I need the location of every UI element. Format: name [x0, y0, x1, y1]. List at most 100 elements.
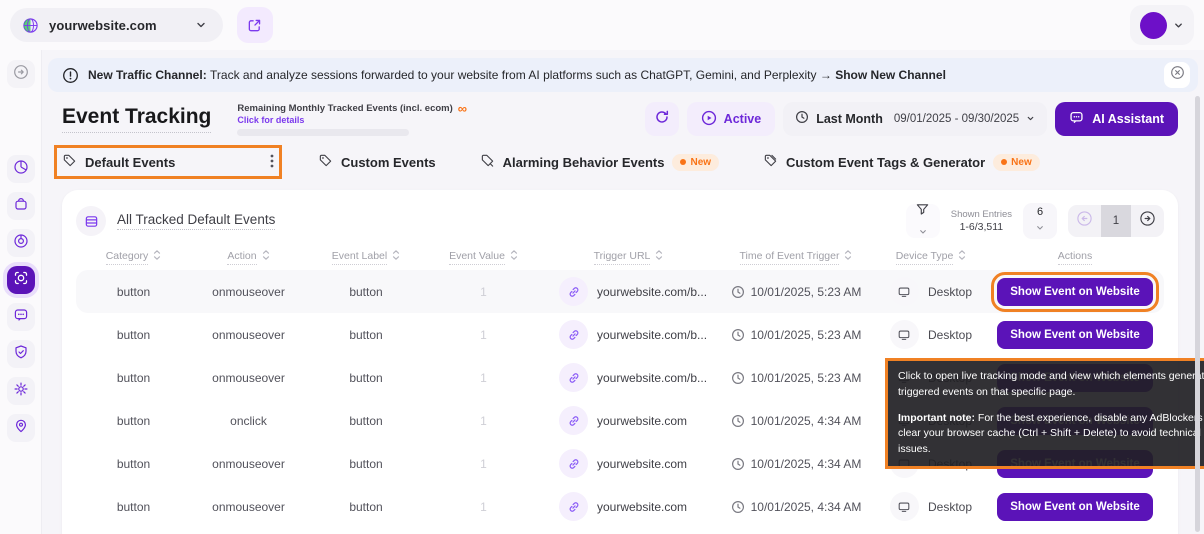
- sidebar-item-location[interactable]: [7, 414, 35, 442]
- cell-event-label: button: [306, 500, 426, 514]
- sidebar: [0, 50, 42, 534]
- col-actions: Actions: [986, 250, 1164, 265]
- show-event-on-website-button[interactable]: Show Event on Website: [997, 493, 1153, 521]
- infinity-value: ∞: [458, 102, 467, 115]
- kebab-menu-icon[interactable]: [270, 154, 274, 171]
- sidebar-item-privacy[interactable]: [7, 340, 35, 368]
- chevron-down-icon: [919, 222, 927, 240]
- shield-check-icon: [13, 344, 29, 365]
- avatar: [1140, 12, 1167, 39]
- col-action[interactable]: Action: [191, 248, 306, 266]
- banner-cta[interactable]: Show New Channel: [835, 68, 946, 82]
- next-page-button[interactable]: [1131, 205, 1164, 237]
- refresh-button[interactable]: [645, 102, 679, 136]
- cell-trigger-url[interactable]: yourwebsite.com/b...: [541, 277, 716, 306]
- cell-action: onmouseover: [191, 500, 306, 514]
- quota-label: Remaining Monthly Tracked Events (incl. …: [237, 103, 452, 114]
- link-icon: [559, 320, 588, 349]
- monitor-icon: [890, 492, 919, 521]
- header-controls: Active Last Month 09/01/2025 - 09/30/202…: [645, 102, 1178, 136]
- quota-block: Remaining Monthly Tracked Events (incl. …: [237, 102, 467, 136]
- page-size-select[interactable]: 6: [1023, 203, 1057, 239]
- cell-category: button: [76, 371, 191, 385]
- sidebar-item-event-tracking[interactable]: [7, 266, 35, 294]
- cell-action: onmouseover: [191, 285, 306, 299]
- pie-chart-icon: [13, 159, 29, 180]
- tags-icon: [763, 153, 778, 171]
- ai-assistant-button[interactable]: AI Assistant: [1055, 102, 1178, 136]
- chevron-down-icon: [1036, 218, 1044, 236]
- current-page[interactable]: 1: [1101, 205, 1131, 237]
- chevron-down-icon: [1173, 20, 1184, 31]
- shown-entries: Shown Entries 1-6/3,511: [951, 209, 1012, 233]
- scrollbar-thumb[interactable]: [1195, 96, 1200, 532]
- tab-custom-event-tags-generator[interactable]: Custom Event Tags & Generator New: [763, 153, 1040, 171]
- tab-custom-events[interactable]: Custom Events: [318, 153, 436, 171]
- show-event-on-website-button[interactable]: Show Event on Website: [997, 278, 1153, 306]
- cell-time-of-trigger: 10/01/2025, 5:23 AM: [716, 328, 876, 342]
- cell-actions: Show Event on Website: [986, 493, 1164, 521]
- sidebar-toggle[interactable]: [7, 60, 35, 88]
- globe-icon: [22, 17, 39, 34]
- orange-dot: [680, 159, 686, 165]
- cell-event-value: 1: [426, 500, 541, 514]
- cell-action: onmouseover: [191, 371, 306, 385]
- chat-icon: [1069, 110, 1084, 128]
- sidebar-item-sessions[interactable]: [7, 229, 35, 257]
- cell-event-value: 1: [426, 285, 541, 299]
- cell-trigger-url[interactable]: yourwebsite.com: [541, 449, 716, 478]
- cell-event-label: button: [306, 457, 426, 471]
- chevron-down-icon: [195, 19, 207, 31]
- banner-close-button[interactable]: [1164, 62, 1190, 88]
- new-badge: New: [993, 154, 1040, 171]
- clock-icon: [731, 414, 745, 428]
- prev-page-button[interactable]: [1068, 205, 1101, 237]
- col-event-value[interactable]: Event Value: [426, 248, 541, 266]
- tab-alarming-behavior-events[interactable]: Alarming Behavior Events New: [480, 153, 719, 171]
- table-icon: [76, 206, 106, 236]
- cell-event-value: 1: [426, 457, 541, 471]
- link-icon: [559, 363, 588, 392]
- date-range-picker[interactable]: Last Month 09/01/2025 - 09/30/2025: [783, 102, 1047, 136]
- table-title: All Tracked Default Events: [117, 212, 275, 230]
- sidebar-item-chat[interactable]: [7, 303, 35, 331]
- table-row: button onmouseover button 1 yourwebsite.…: [76, 313, 1164, 356]
- scan-target-icon: [13, 270, 29, 291]
- col-event-label[interactable]: Event Label: [306, 248, 426, 266]
- sidebar-item-analytics[interactable]: [7, 155, 35, 183]
- clock-icon: [795, 110, 809, 129]
- cell-trigger-url[interactable]: yourwebsite.com/b...: [541, 320, 716, 349]
- quota-details-link[interactable]: Click for details: [237, 115, 467, 125]
- open-site-button[interactable]: [237, 7, 273, 43]
- col-device-type[interactable]: Device Type: [876, 248, 986, 266]
- cell-trigger-url[interactable]: yourwebsite.com: [541, 492, 716, 521]
- show-event-on-website-button[interactable]: Show Event on Website: [997, 321, 1153, 349]
- sidebar-item-orders[interactable]: [7, 192, 35, 220]
- site-selector[interactable]: yourwebsite.com: [10, 8, 223, 42]
- cell-trigger-url[interactable]: yourwebsite.com/b...: [541, 363, 716, 392]
- sidebar-item-settings[interactable]: [7, 377, 35, 405]
- status-label: Active: [724, 112, 762, 126]
- col-time[interactable]: Time of Event Trigger: [716, 248, 876, 266]
- cell-actions: Show Event on Website: [986, 321, 1164, 349]
- period-range: 09/01/2025 - 09/30/2025: [894, 113, 1019, 125]
- sort-icon: [510, 248, 518, 266]
- sort-icon: [958, 248, 966, 266]
- map-pin-icon: [13, 418, 29, 439]
- status-toggle[interactable]: Active: [687, 102, 776, 136]
- tab-default-events[interactable]: Default Events: [62, 153, 274, 171]
- cell-device-type: Desktop: [876, 277, 986, 306]
- arrow-left-circle-icon: [1076, 210, 1093, 232]
- col-category[interactable]: Category: [76, 248, 191, 266]
- cell-trigger-url[interactable]: yourwebsite.com: [541, 406, 716, 435]
- col-trigger-url[interactable]: Trigger URL: [541, 248, 716, 266]
- banner-text: New Traffic Channel: Track and analyze s…: [88, 68, 946, 82]
- monitor-icon: [890, 277, 919, 306]
- cell-event-label: button: [306, 414, 426, 428]
- user-menu[interactable]: [1130, 5, 1194, 45]
- cell-category: button: [76, 328, 191, 342]
- clock-icon: [731, 328, 745, 342]
- page-title: Event Tracking: [62, 105, 211, 133]
- tab-bar: Default Events Custom Events Alarming Be…: [62, 148, 1178, 176]
- filter-button[interactable]: [906, 204, 940, 238]
